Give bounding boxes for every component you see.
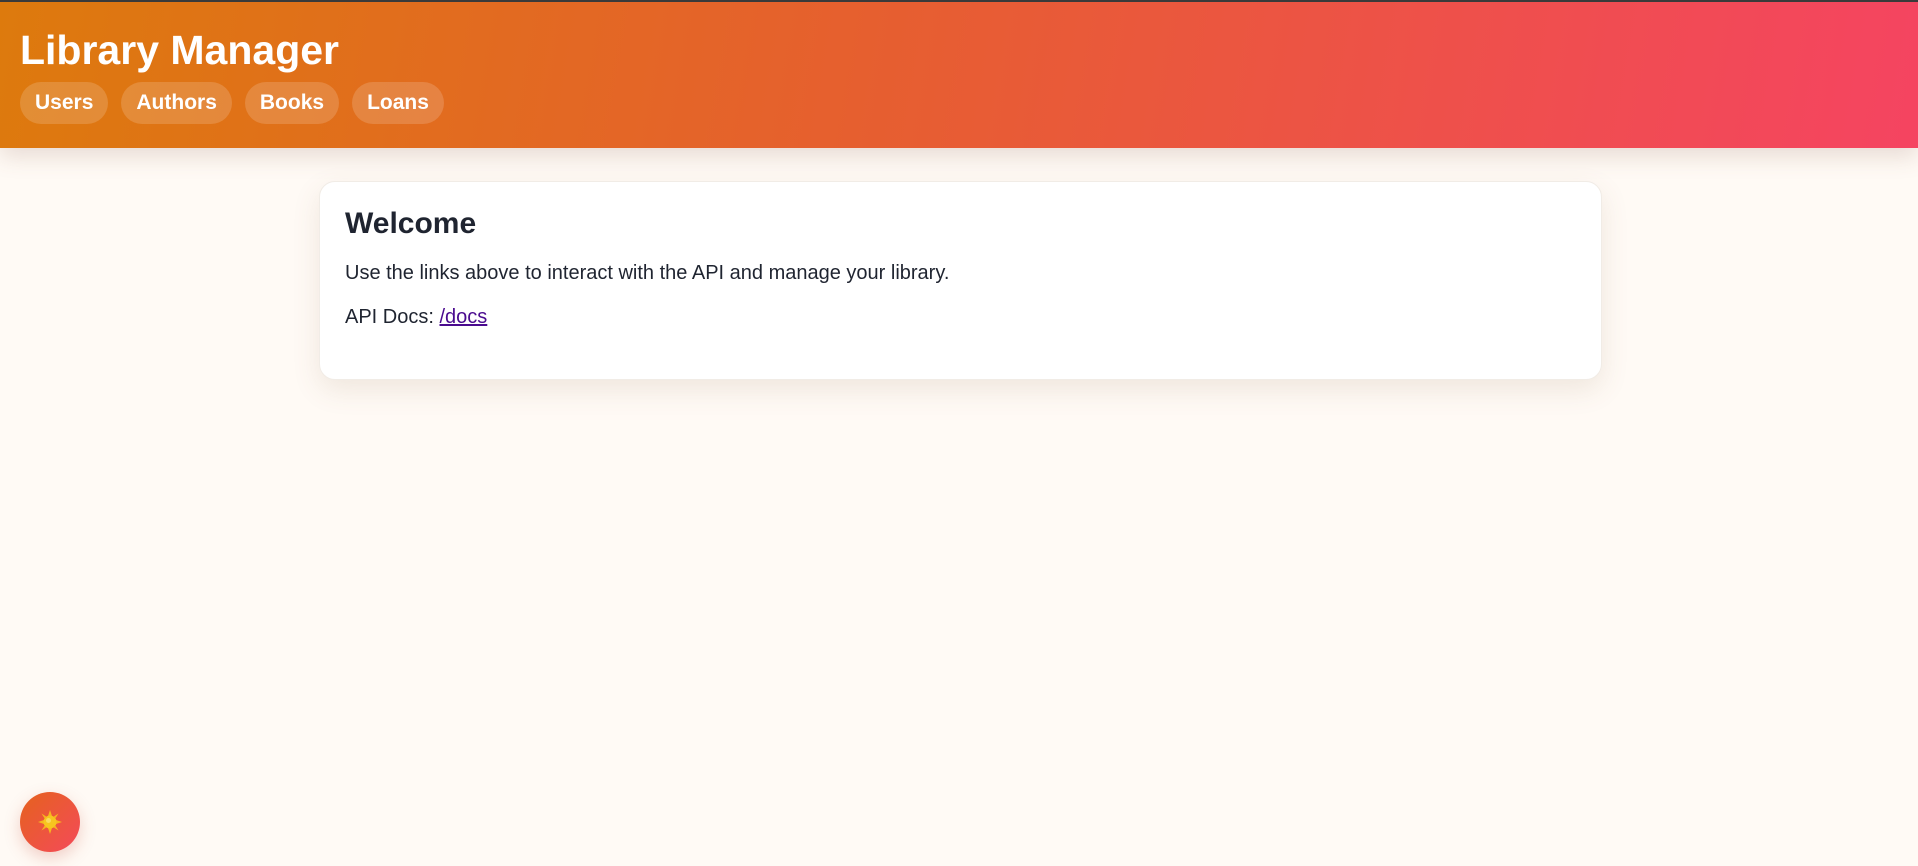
api-docs-line: API Docs: /docs bbox=[345, 304, 1576, 330]
nav-link-books[interactable]: Books bbox=[244, 82, 340, 124]
nav-link-authors[interactable]: Authors bbox=[121, 82, 232, 124]
theme-toggle-button[interactable] bbox=[20, 792, 80, 852]
welcome-card: Welcome Use the links above to interact … bbox=[319, 181, 1602, 380]
window-top-border bbox=[0, 0, 1918, 2]
sun-icon bbox=[38, 810, 62, 834]
api-docs-link[interactable]: /docs bbox=[439, 306, 487, 328]
nav-link-users[interactable]: Users bbox=[20, 82, 109, 124]
app-header: Library Manager Users Authors Books Loan… bbox=[0, 0, 1918, 148]
welcome-text: Use the links above to interact with the… bbox=[345, 262, 950, 284]
main-nav: Users Authors Books Loans bbox=[20, 82, 444, 124]
api-docs-label: API Docs: bbox=[345, 306, 440, 328]
app-title: Library Manager bbox=[20, 27, 339, 73]
welcome-title: Welcome bbox=[345, 207, 477, 240]
nav-link-loans[interactable]: Loans bbox=[352, 82, 444, 124]
